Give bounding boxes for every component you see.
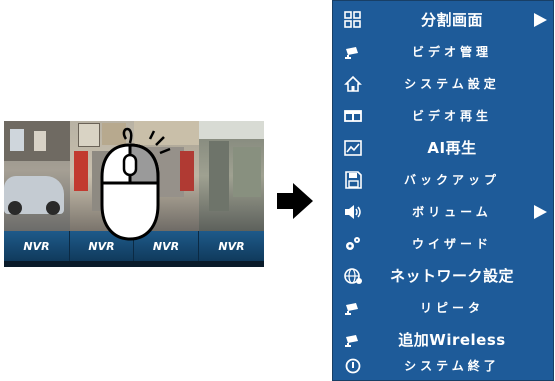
menu-item-label: システム終了 (404, 359, 500, 373)
camera-icon (345, 335, 358, 347)
power-icon (345, 358, 361, 374)
nvr-tile-1: NVR (4, 231, 70, 261)
chart-icon (344, 140, 362, 156)
floppy-icon (345, 171, 362, 189)
right-arrow-icon (277, 183, 313, 219)
camera-feed-1 (4, 121, 70, 231)
mouse-icon (100, 127, 171, 241)
menu-item-add-wireless[interactable]: 追加Wireless (333, 326, 555, 354)
menu-item-label: リピータ (419, 301, 484, 315)
menu-item-backup[interactable]: バックアップ (333, 166, 555, 194)
menu-item-shutdown[interactable]: システム終了 (333, 352, 555, 380)
menu-item-label: 分割画面 (420, 11, 483, 29)
menu-item-label: 追加Wireless (398, 331, 506, 349)
grid-icon (344, 11, 361, 28)
menu-item-label: ボリューム (412, 205, 492, 219)
menu-item-wizard[interactable]: ウイザード (333, 230, 555, 258)
menu-item-split-screen[interactable]: 分割画面 (333, 6, 555, 34)
camera-feed-4 (199, 121, 264, 231)
menu-item-video-management[interactable]: ビデオ管理 (333, 38, 555, 66)
camera-icon (345, 47, 358, 59)
context-menu: 分割画面 ビデオ管理 システム設定 ビデオ再生 AI再生 バックアップ ボリュー… (332, 0, 554, 381)
submenu-arrow-icon (534, 13, 547, 27)
home-icon (344, 75, 362, 92)
globe-icon (344, 268, 362, 284)
nvr-logo: NVR (23, 239, 50, 253)
menu-item-label: ビデオ再生 (411, 109, 492, 123)
status-bar (4, 261, 264, 267)
menu-item-label: ネットワーク設定 (389, 267, 514, 285)
speaker-icon (345, 205, 361, 219)
menu-item-video-playback[interactable]: ビデオ再生 (333, 102, 555, 130)
menu-item-system-settings[interactable]: システム設定 (333, 70, 555, 98)
nvr-logo: NVR (218, 239, 245, 253)
menu-item-label: バックアップ (403, 173, 500, 187)
menu-item-label: ビデオ管理 (411, 45, 492, 59)
menu-item-label: システム設定 (404, 77, 500, 91)
menu-item-repeater[interactable]: リピータ (333, 294, 555, 322)
menu-item-volume[interactable]: ボリューム (333, 198, 555, 226)
nvr-tile-4: NVR (199, 231, 264, 261)
film-icon (344, 110, 362, 122)
menu-item-label: ウイザード (411, 237, 492, 251)
menu-item-ai-playback[interactable]: AI再生 (333, 134, 555, 162)
menu-item-label: AI再生 (427, 139, 477, 157)
menu-item-network-settings[interactable]: ネットワーク設定 (333, 262, 555, 290)
submenu-arrow-icon (534, 205, 547, 219)
gears-icon (346, 237, 360, 250)
camera-icon (345, 303, 358, 315)
